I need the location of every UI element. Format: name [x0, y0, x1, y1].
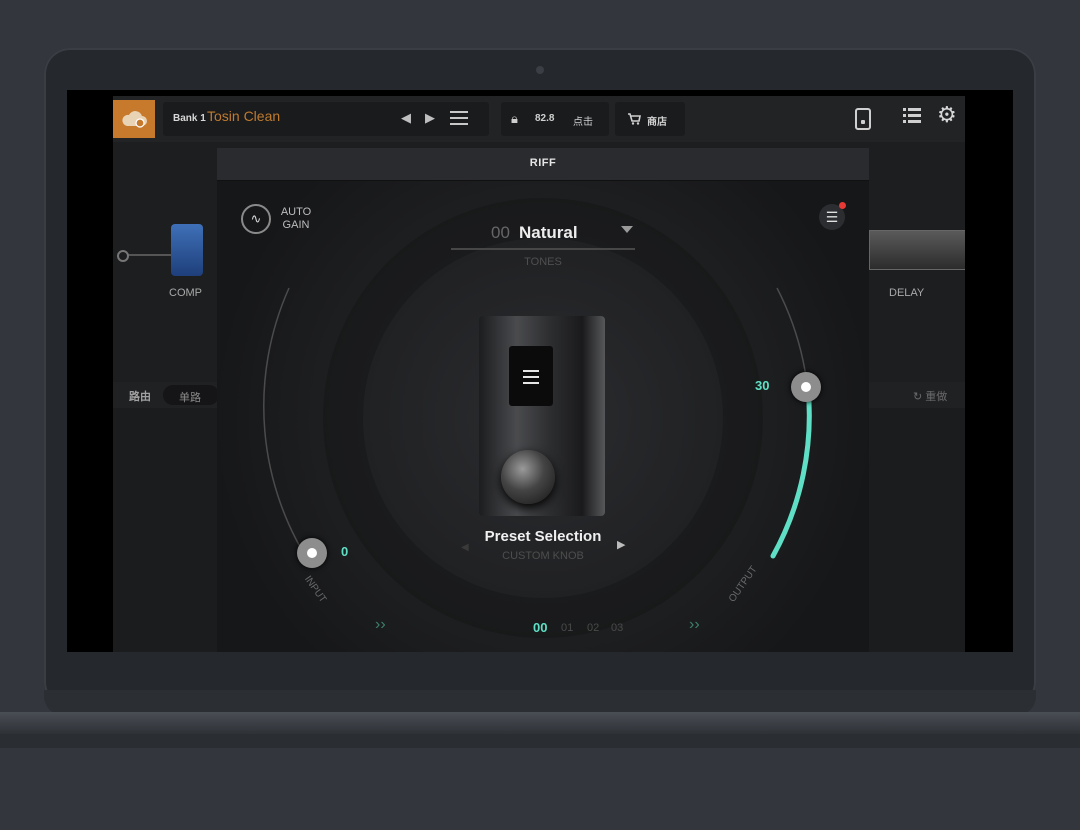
custom-knob[interactable] [501, 450, 555, 504]
auto-gain-label: AUTO GAIN [280, 206, 312, 231]
custom-knob-label: CUSTOM KNOB [502, 550, 584, 562]
route-mode-label: 单路 [179, 392, 201, 404]
page-item[interactable]: 01 [561, 622, 573, 634]
bank-label: Bank 1 [173, 113, 206, 124]
output-level-arc [770, 385, 812, 559]
chain-input-node[interactable] [117, 250, 129, 262]
app-window: Bank 1 Tosin Clean ◀ ▶ 🔒︎ 82.8 点击 商店 ⚙ C… [113, 96, 965, 652]
waveform-hand-icon: ∿ [250, 211, 262, 226]
input-level-handle[interactable] [297, 538, 327, 568]
output-arc-track [776, 287, 811, 439]
device-icon[interactable] [855, 108, 871, 130]
chevron-right-icon: ›› [689, 616, 700, 633]
tone-number: 00 [491, 223, 510, 242]
previous-preset-button[interactable]: ◀ [401, 110, 411, 126]
preset-selection-label: Preset Selection [484, 528, 602, 545]
page-item[interactable]: 02 [587, 622, 599, 634]
preset-name[interactable]: Tosin Clean [207, 108, 280, 124]
cloud-icon [122, 111, 147, 128]
input-arc-track [263, 287, 314, 569]
comp-pedal[interactable] [171, 224, 203, 276]
riff-pedal [479, 316, 605, 516]
next-preset-button[interactable]: ▶ [425, 110, 435, 126]
riff-modal: RIFF ∿ AUTO GAIN ☰ 00 Natural TONES ◀ Pr… [217, 148, 869, 652]
comp-label: COMP [169, 287, 202, 299]
delay-label: DELAY [889, 287, 925, 299]
delay-unit[interactable] [869, 230, 965, 270]
tap-tempo-button[interactable]: 点击 [573, 113, 593, 128]
tone-selector[interactable]: 00 Natural [451, 218, 635, 250]
top-bar: Bank 1 Tosin Clean ◀ ▶ 🔒︎ 82.8 点击 商店 ⚙ [113, 96, 965, 142]
chevron-down-icon [621, 226, 633, 233]
auto-gain-button[interactable]: ∿ [241, 204, 271, 234]
preset-bar: Bank 1 Tosin Clean ◀ ▶ [163, 102, 489, 136]
tempo-panel: 🔒︎ 82.8 点击 [501, 102, 609, 136]
list-icon[interactable] [903, 106, 921, 124]
output-level-handle[interactable] [791, 372, 821, 402]
notification-dot [839, 202, 846, 209]
laptop-base [0, 712, 1080, 734]
cloud-button[interactable] [113, 100, 155, 138]
camera-icon [536, 66, 544, 74]
shop-button[interactable]: 商店 [615, 102, 685, 136]
menu-icon[interactable] [523, 370, 539, 384]
cart-icon [628, 113, 641, 125]
gear-icon[interactable]: ⚙ [937, 104, 957, 126]
page-indicator: 00 01 02 03 [479, 620, 623, 640]
route-label: 路由 [129, 391, 151, 403]
laptop-screen: Bank 1 Tosin Clean ◀ ▶ 🔒︎ 82.8 点击 商店 ⚙ C… [67, 90, 1013, 652]
chevron-left-icon: ›› [375, 616, 386, 633]
input-value: 0 [341, 544, 349, 559]
route-mode-toggle[interactable]: 单路 [163, 385, 219, 405]
sliders-icon: ☰ [825, 209, 839, 225]
preset-menu-button[interactable] [449, 108, 469, 128]
laptop-base-shadow [0, 734, 1080, 748]
page-item[interactable]: 03 [611, 622, 623, 634]
bpm-value: 82.8 [535, 113, 555, 124]
pedal-screen [509, 346, 553, 406]
tone-name: Natural [519, 223, 578, 242]
tones-label: TONES [524, 256, 562, 268]
redo-button[interactable]: ↻ 重做 [913, 388, 947, 404]
page-item[interactable]: 00 [533, 620, 547, 635]
lock-icon[interactable]: 🔒︎ [511, 111, 518, 127]
shop-label: 商店 [647, 117, 667, 128]
output-value: 30 [755, 378, 770, 393]
